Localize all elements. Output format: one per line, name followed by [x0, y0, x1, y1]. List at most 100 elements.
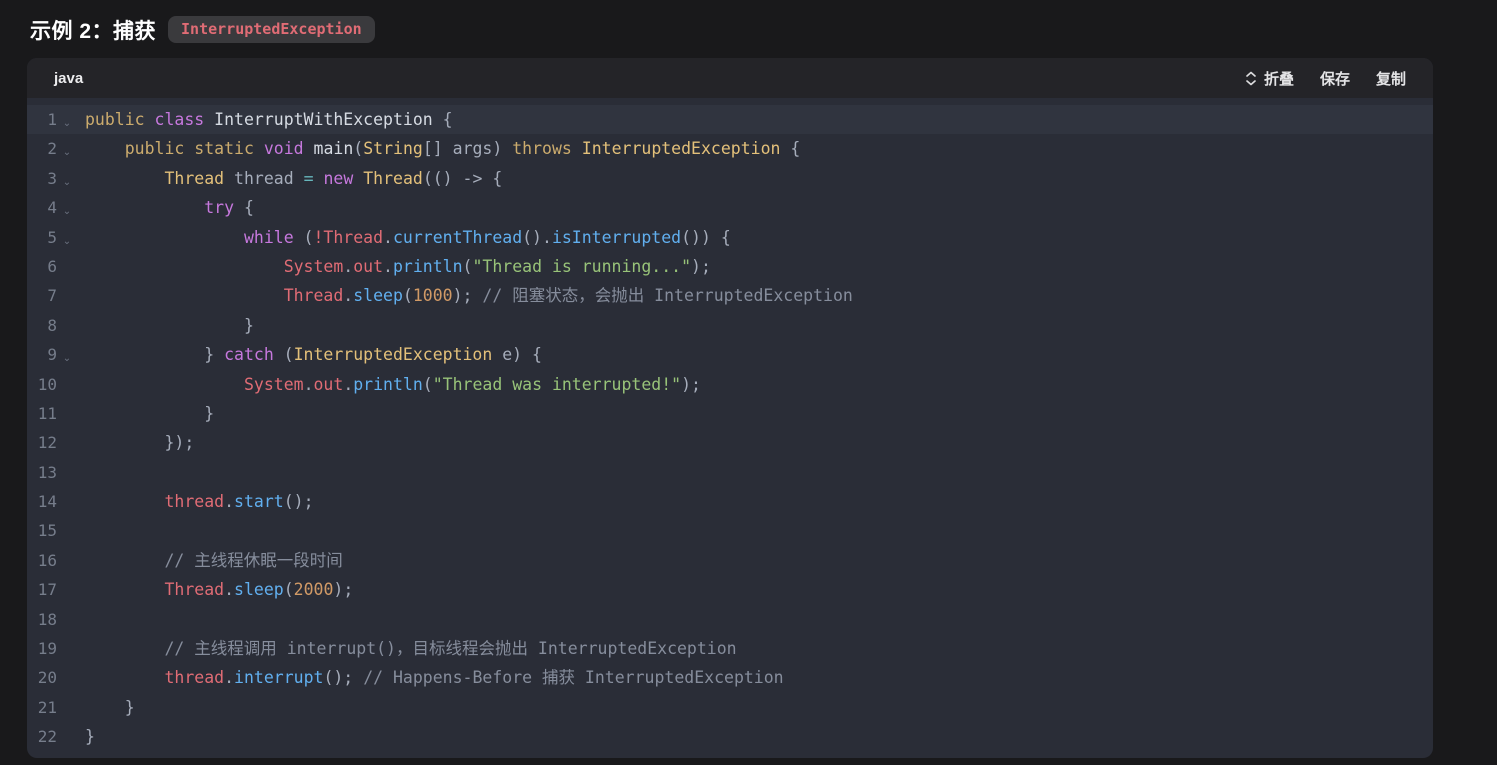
- collapse-button-label: 折叠: [1264, 68, 1294, 89]
- gutter: 4⌄: [27, 193, 74, 222]
- collapse-button[interactable]: 折叠: [1245, 68, 1294, 89]
- line-number: 17: [27, 575, 57, 604]
- code-line: 11 }: [27, 399, 1433, 428]
- gutter: 15: [27, 516, 74, 545]
- line-number: 6: [27, 252, 57, 281]
- code-block: java 折叠 保存 复制: [27, 58, 1433, 758]
- gutter: 20: [27, 663, 74, 692]
- code-text: try {: [85, 193, 254, 222]
- line-number: 21: [27, 693, 57, 722]
- code-text: System.out.println("Thread was interrupt…: [85, 370, 701, 399]
- code-text: public static void main(String[] args) t…: [85, 134, 800, 163]
- gutter: 9⌄: [27, 340, 74, 369]
- gutter: 7: [27, 281, 74, 310]
- line-number: 5: [27, 223, 57, 252]
- line-number: 16: [27, 546, 57, 575]
- line-number: 18: [27, 605, 57, 634]
- code-line: 14 thread.start();: [27, 487, 1433, 516]
- code-text: }: [85, 722, 95, 751]
- gutter: 14: [27, 487, 74, 516]
- code-toolbar: 折叠 保存 复制: [1245, 68, 1406, 89]
- gutter: 11: [27, 399, 74, 428]
- line-number: 20: [27, 663, 57, 692]
- gutter: 17: [27, 575, 74, 604]
- fold-chevron-icon[interactable]: ⌄: [60, 109, 74, 138]
- code-line: 6 System.out.println("Thread is running.…: [27, 252, 1433, 281]
- line-number: 1: [27, 105, 57, 134]
- code-text: }: [85, 311, 254, 340]
- gutter: 2⌄: [27, 134, 74, 163]
- code-line: 12 });: [27, 428, 1433, 457]
- code-text: // 主线程休眠一段时间: [85, 546, 343, 575]
- save-button-label: 保存: [1320, 68, 1350, 89]
- code-text: Thread.sleep(2000);: [85, 575, 353, 604]
- copy-button-label: 复制: [1376, 68, 1406, 89]
- code-line: 1⌄ public class InterruptWithException {: [27, 105, 1433, 134]
- fold-chevron-icon[interactable]: ⌄: [60, 168, 74, 197]
- gutter: 22: [27, 722, 74, 751]
- code-text: Thread thread = new Thread(() -> {: [85, 164, 502, 193]
- line-number: 10: [27, 370, 57, 399]
- code-line: 5⌄ while (!Thread.currentThread().isInte…: [27, 223, 1433, 252]
- code-line: 13: [27, 458, 1433, 487]
- gutter: 16: [27, 546, 74, 575]
- line-number: 4: [27, 193, 57, 222]
- code-text: });: [85, 428, 194, 457]
- inline-code-badge: InterruptedException: [168, 16, 375, 43]
- copy-button[interactable]: 复制: [1376, 68, 1406, 89]
- code-line: 15: [27, 516, 1433, 545]
- code-line: 7 Thread.sleep(1000); // 阻塞状态，会抛出 Interr…: [27, 281, 1433, 310]
- code-block-header: java 折叠 保存 复制: [27, 58, 1433, 98]
- fold-chevron-icon[interactable]: ⌄: [60, 227, 74, 256]
- code-text: System.out.println("Thread is running...…: [85, 252, 711, 281]
- line-number: 14: [27, 487, 57, 516]
- line-number: 9: [27, 340, 57, 369]
- fold-chevron-icon[interactable]: ⌄: [60, 138, 74, 167]
- code-text: }: [85, 399, 214, 428]
- unfold-vertical-icon: [1245, 71, 1257, 86]
- language-label: java: [54, 70, 83, 87]
- code-line: 21 }: [27, 693, 1433, 722]
- gutter: 6: [27, 252, 74, 281]
- code-text: thread.start();: [85, 487, 314, 516]
- line-number: 8: [27, 311, 57, 340]
- code-line: 19 // 主线程调用 interrupt()，目标线程会抛出 Interrup…: [27, 634, 1433, 663]
- code-line: 20 thread.interrupt(); // Happens-Before…: [27, 663, 1433, 692]
- section-heading: 示例 2：捕获 InterruptedException: [30, 13, 1497, 46]
- line-number: 7: [27, 281, 57, 310]
- code-line: 17 Thread.sleep(2000);: [27, 575, 1433, 604]
- line-number: 12: [27, 428, 57, 457]
- code-line: 10 System.out.println("Thread was interr…: [27, 370, 1433, 399]
- gutter: 13: [27, 458, 74, 487]
- gutter: 3⌄: [27, 164, 74, 193]
- code-line: 16 // 主线程休眠一段时间: [27, 546, 1433, 575]
- code-line: 3⌄ Thread thread = new Thread(() -> {: [27, 164, 1433, 193]
- line-number: 13: [27, 458, 57, 487]
- gutter: 10: [27, 370, 74, 399]
- gutter: 5⌄: [27, 223, 74, 252]
- save-button[interactable]: 保存: [1320, 68, 1350, 89]
- fold-chevron-icon[interactable]: ⌄: [60, 197, 74, 226]
- code-line: 9⌄ } catch (InterruptedException e) {: [27, 340, 1433, 369]
- code-text: Thread.sleep(1000); // 阻塞状态，会抛出 Interrup…: [85, 281, 853, 310]
- gutter: 12: [27, 428, 74, 457]
- page: 示例 2：捕获 InterruptedException java 折叠 保存: [0, 0, 1497, 758]
- heading-text: 示例 2：捕获: [30, 15, 156, 45]
- code-text: while (!Thread.currentThread().isInterru…: [85, 223, 731, 252]
- code-lines: 1⌄public class InterruptWithException {2…: [27, 98, 1433, 758]
- line-number: 11: [27, 399, 57, 428]
- line-number: 19: [27, 634, 57, 663]
- gutter: 1⌄: [27, 105, 74, 134]
- line-number: 3: [27, 164, 57, 193]
- fold-chevron-icon[interactable]: ⌄: [60, 344, 74, 373]
- code-line: 2⌄ public static void main(String[] args…: [27, 134, 1433, 163]
- gutter: 19: [27, 634, 74, 663]
- line-number: 2: [27, 134, 57, 163]
- line-number: 22: [27, 722, 57, 751]
- code-text: thread.interrupt(); // Happens-Before 捕获…: [85, 663, 784, 692]
- code-line: 18: [27, 605, 1433, 634]
- code-text: } catch (InterruptedException e) {: [85, 340, 542, 369]
- code-text: }: [85, 693, 135, 722]
- code-text: // 主线程调用 interrupt()，目标线程会抛出 Interrupted…: [85, 634, 737, 663]
- code-text: public class InterruptWithException {: [85, 105, 453, 134]
